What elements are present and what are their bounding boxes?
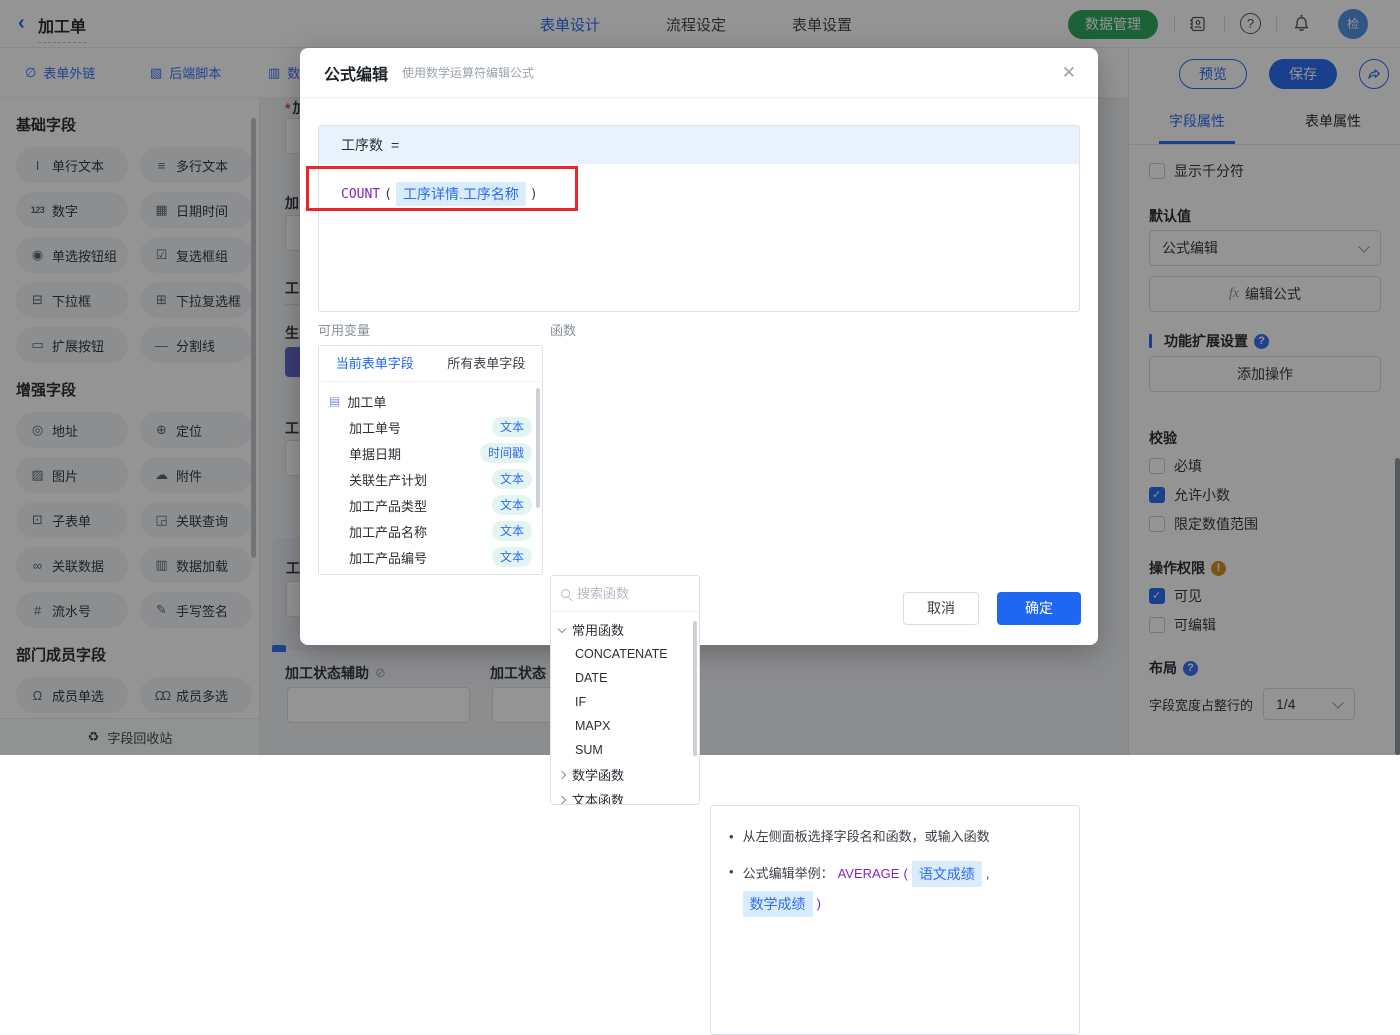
field-token[interactable]: 工序详情.工序名称 [395, 182, 526, 206]
cancel-button[interactable]: 取消 [903, 592, 979, 625]
function-item[interactable]: DATE [551, 666, 699, 690]
group-name: 数学函数 [572, 768, 625, 783]
variable-name: 加工产品类型 [349, 498, 428, 514]
search-input[interactable] [577, 586, 677, 601]
variables-panel: 当前表单字段 所有表单字段 ▤ 加工单 加工单号 文本 单据日期 时间戳 关联生产计… [318, 345, 543, 575]
close-paren: ) [529, 186, 538, 202]
tab-current-form-fields[interactable]: 当前表单字段 [319, 346, 431, 381]
chevron-right-icon [557, 770, 567, 779]
modal-subtitle: 使用数学运算符编辑公式 [402, 66, 535, 80]
formula-target-bar: 工序数 = [319, 126, 1079, 164]
function-item[interactable]: SUM [551, 738, 699, 762]
functions-panel: 常用函数 CONCATENATE DATE IF MAPX SUM 数学函数 文… [550, 575, 700, 805]
type-badge: 文本 [491, 495, 532, 515]
function-group-math[interactable]: 数学函数 [551, 762, 699, 787]
function-name: COUNT [341, 186, 381, 202]
type-badge: 文本 [491, 547, 532, 567]
formula-expression[interactable]: COUNT ( 工序详情.工序名称 ) [341, 182, 538, 206]
variables-root-row[interactable]: ▤ 加工单 [319, 388, 542, 414]
target-field-name: 工序数 [341, 137, 383, 153]
form-doc-icon: ▤ [329, 394, 341, 408]
variable-name: 加工产品编号 [349, 550, 428, 566]
variable-item[interactable]: 加工产品类型 文本 [319, 492, 542, 518]
variable-name: 加工单号 [349, 420, 402, 436]
variable-name: 加工产品名称 [349, 524, 428, 540]
variable-name: 关联生产计划 [349, 472, 428, 488]
group-name: 常用函数 [572, 623, 625, 638]
variables-scrollbar[interactable] [536, 388, 540, 508]
modal-header: 公式编辑 使用数学运算符编辑公式 ✕ [300, 48, 1098, 98]
function-search [551, 576, 699, 612]
chevron-right-icon [557, 795, 567, 804]
open-paren: ( [384, 186, 392, 202]
open-paren: ( [903, 866, 908, 881]
form-name: 加工单 [347, 394, 387, 410]
type-badge: 文本 [491, 521, 532, 541]
function-item[interactable]: CONCATENATE [551, 642, 699, 666]
help-tip-1: • 从左侧面板选择字段名和函数，或输入函数 [729, 829, 990, 844]
variable-name: 单据日期 [349, 446, 402, 462]
formula-editor[interactable]: 工序数 = COUNT ( 工序详情.工序名称 ) [318, 125, 1080, 312]
modal-footer: 取消 确定 [903, 592, 1081, 625]
functions-section-label: 函数 [550, 323, 577, 338]
help-tip-2: • 公式编辑举例： AVERAGE ( 语文成绩 , 数学成绩 ) [729, 861, 1061, 917]
close-icon[interactable]: ✕ [1062, 63, 1076, 83]
functions-scrollbar[interactable] [693, 621, 697, 756]
modal-title: 公式编辑 [324, 66, 389, 84]
variable-item[interactable]: 关联生产计划 文本 [319, 466, 542, 492]
type-badge: 时间戳 [479, 443, 532, 463]
close-paren: ) [816, 896, 821, 911]
variables-section-label: 可用变量 [318, 323, 371, 338]
formula-editor-modal: 公式编辑 使用数学运算符编辑公式 ✕ 工序数 = COUNT ( 工序详情.工序… [300, 48, 1098, 1035]
confirm-button[interactable]: 确定 [997, 592, 1081, 625]
example-field-token: 语文成绩 [911, 861, 982, 887]
equals-sign: = [391, 137, 400, 153]
type-badge: 文本 [491, 469, 532, 489]
function-item[interactable]: MAPX [551, 714, 699, 738]
tab-all-form-fields[interactable]: 所有表单字段 [431, 346, 543, 381]
variable-item[interactable]: 单据日期 时间戳 [319, 440, 542, 466]
chevron-down-icon [557, 624, 567, 633]
function-group-common[interactable]: 常用函数 [551, 617, 699, 642]
variables-tabs: 当前表单字段 所有表单字段 [319, 346, 542, 382]
group-name: 文本函数 [572, 793, 625, 805]
comma: , [985, 866, 990, 881]
function-group-text[interactable]: 文本函数 [551, 787, 699, 805]
example-function-name: AVERAGE [837, 866, 900, 881]
type-badge: 文本 [491, 417, 532, 437]
variable-item[interactable]: 加工单号 文本 [319, 414, 542, 440]
example-field-token: 数学成绩 [742, 891, 813, 917]
help-panel: • 从左侧面板选择字段名和函数，或输入函数 • 公式编辑举例： AVERAGE … [710, 805, 1080, 1035]
function-item[interactable]: IF [551, 690, 699, 714]
variable-item[interactable]: 加工产品编号 文本 [319, 544, 542, 570]
variable-item[interactable]: 加工产品名称 文本 [319, 518, 542, 544]
search-icon [561, 589, 570, 598]
